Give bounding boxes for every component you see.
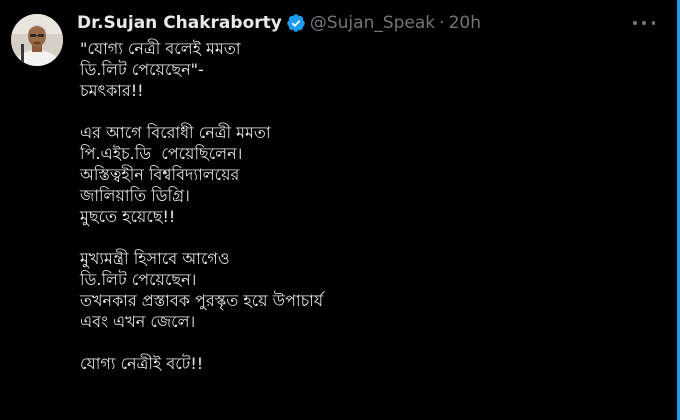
more-dot	[633, 21, 637, 25]
author-name[interactable]: Dr.Sujan Chakraborty	[77, 13, 282, 33]
tweet-line: চমৎকার!!	[80, 81, 144, 100]
more-dot	[642, 21, 646, 25]
tweet-line: এর আগে বিরোধী নেত্রী মমতা	[80, 123, 271, 142]
tweet-line: এবং এখন জেলে।	[80, 312, 196, 331]
tweet-line: জালিয়াতি ডিগ্রি।	[80, 186, 190, 205]
profile-photo-icon	[11, 14, 63, 66]
tweet-line: "যোগ্য নেত্রী বলেই মমতা	[80, 39, 241, 58]
tweet-line: পি.এইচ.ডি পেয়েছিলেন।	[80, 144, 243, 163]
more-dot	[651, 21, 655, 25]
separator-dot: ·	[439, 13, 445, 33]
tweet-line: ডি.লিট পেয়েছেন"-	[80, 60, 204, 79]
tweet-line: যোগ্য নেত্রীই বটে!!	[80, 354, 204, 373]
tweet-text: "যোগ্য নেত্রী বলেই মমতা ডি.লিট পেয়েছেন"…	[80, 38, 660, 374]
tweet-line: ডি.লিট পেয়েছেন।	[80, 270, 197, 289]
tweet[interactable]: Dr.Sujan Chakraborty @Sujan_Speak · 20h …	[0, 0, 677, 420]
screenshot-frame: Dr.Sujan Chakraborty @Sujan_Speak · 20h …	[0, 0, 680, 420]
verified-badge-icon	[286, 13, 306, 33]
tweet-line: তখনকার প্রস্তাবক পুরস্কৃত হয়ে উপাচার্য	[80, 291, 324, 310]
avatar[interactable]	[11, 14, 63, 66]
tweet-line: মুছতে হয়েছে!!	[80, 207, 176, 226]
timestamp[interactable]: 20h	[449, 13, 481, 33]
tweet-line: মুখ্যমন্ত্রী হিসাবে আগেও	[80, 249, 230, 268]
more-options-icon[interactable]	[633, 14, 655, 32]
author-handle[interactable]: @Sujan_Speak	[310, 13, 435, 33]
tweet-header: Dr.Sujan Chakraborty @Sujan_Speak · 20h	[77, 11, 481, 35]
tweet-line: অস্তিত্বহীন বিশ্ববিদ্যালয়ের	[80, 165, 240, 184]
